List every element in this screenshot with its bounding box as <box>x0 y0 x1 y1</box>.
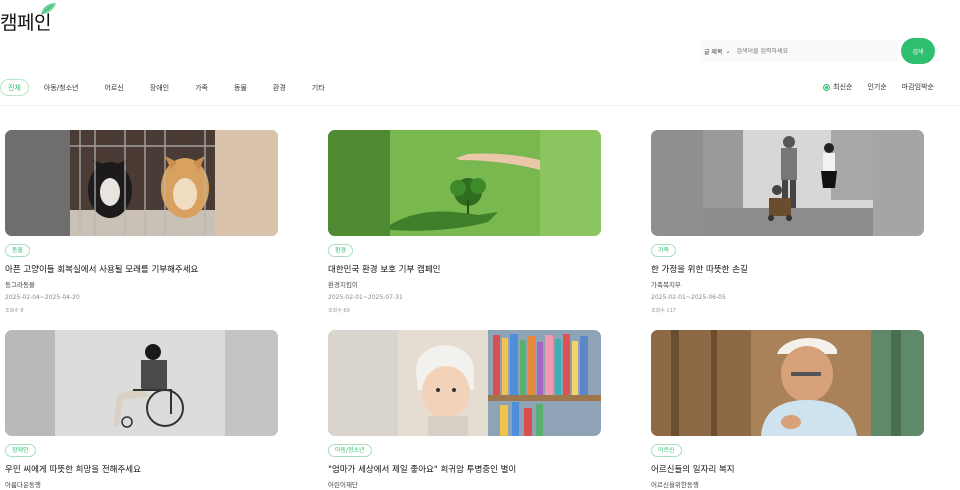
sort-deadline-label: 마감임박순 <box>901 83 934 91</box>
category-filter: 전체 아동/청소년 어르신 장애인 가족 동물 환경 기타 <box>0 79 336 96</box>
campaign-image-senior[interactable] <box>651 330 924 436</box>
site-logo[interactable]: 캠페인 <box>0 3 56 36</box>
campaign-organization: 어르신을위한동행 <box>651 481 699 489</box>
sort-deadline[interactable]: 마감임박순 <box>902 82 934 92</box>
category-tag: 가족 <box>651 244 677 257</box>
campaign-organization: 환경지킴이 <box>328 281 358 289</box>
campaign-organization: 아름다운동행 <box>5 481 41 489</box>
category-children[interactable]: 아동/청소년 <box>33 79 90 96</box>
search-type-select[interactable]: 글 제목 ⌄ <box>700 40 737 62</box>
campaign-image-family[interactable] <box>651 130 924 236</box>
campaign-title[interactable]: 대한민국 환경 보호 기부 캠페인 <box>328 263 601 275</box>
campaign-image-wheelchair[interactable] <box>5 330 278 436</box>
campaign-card[interactable]: 동물 아픈 고양이들 회복실에서 사용될 모래를 기부해주세요 동그라동물 20… <box>5 130 278 314</box>
campaign-title[interactable]: "엄마가 세상에서 제일 좋아요" 희귀암 투병중인 별이 <box>328 463 601 475</box>
campaign-views: 조회수 8 <box>5 308 24 314</box>
category-other[interactable]: 기타 <box>301 79 336 96</box>
category-tag: 동물 <box>5 244 31 257</box>
campaign-image-child[interactable] <box>328 330 601 436</box>
campaign-title[interactable]: 아픈 고양이들 회복실에서 사용될 모래를 기부해주세요 <box>5 263 278 275</box>
sort-latest[interactable]: 최신순 <box>823 82 852 92</box>
campaign-views: 조회수 69 <box>328 308 350 314</box>
campaign-period: 2025-02-01~2025-07-31 <box>328 294 403 301</box>
category-environment[interactable]: 환경 <box>262 79 297 96</box>
radio-selected-icon <box>823 83 831 91</box>
category-tag: 어르신 <box>651 444 682 457</box>
campaign-title[interactable]: 어르신들의 일자리 복지 <box>651 463 924 475</box>
campaign-card[interactable]: 환경 대한민국 환경 보호 기부 캠페인 환경지킴이 2025-02-01~20… <box>328 130 601 314</box>
campaign-card[interactable]: 장애인 우민 씨에게 따뜻한 희망을 전해주세요 아름다운동행 <box>5 330 278 489</box>
campaign-title[interactable]: 우민 씨에게 따뜻한 희망을 전해주세요 <box>5 463 278 475</box>
sort-latest-label: 최신순 <box>833 83 853 91</box>
sort-popular[interactable]: 인기순 <box>867 82 886 92</box>
category-all[interactable]: 전체 <box>0 79 29 96</box>
campaign-period: 2025-02-04~2025-04-20 <box>5 294 80 301</box>
sort-options: 최신순 인기순 마감임박순 <box>823 82 934 92</box>
leaf-icon <box>41 3 56 15</box>
category-tag: 장애인 <box>5 444 36 457</box>
header-divider <box>0 105 960 106</box>
campaign-image-environment[interactable] <box>328 130 601 236</box>
category-tag: 아동/청소년 <box>328 444 372 457</box>
search-type-label: 글 제목 <box>704 48 723 56</box>
search-button[interactable]: 검색 <box>901 38 935 64</box>
chevron-down-icon: ⌄ <box>725 47 731 55</box>
search-input[interactable] <box>736 47 887 55</box>
campaign-image-cats[interactable] <box>5 130 278 236</box>
campaign-title[interactable]: 한 가정을 위한 따뜻한 손길 <box>651 263 924 275</box>
category-seniors[interactable]: 어르신 <box>93 79 134 96</box>
campaign-card[interactable]: 어르신 어르신들의 일자리 복지 어르신을위한동행 <box>651 330 924 489</box>
category-family[interactable]: 가족 <box>184 79 219 96</box>
category-animals[interactable]: 동물 <box>223 79 258 96</box>
campaign-card[interactable]: 가족 한 가정을 위한 따뜻한 손길 가족복지부 2025-02-01~2025… <box>651 130 924 314</box>
category-tag: 환경 <box>328 244 354 257</box>
campaign-views: 조회수 117 <box>651 308 676 314</box>
campaign-card[interactable]: 아동/청소년 "엄마가 세상에서 제일 좋아요" 희귀암 투병중인 별이 어린이… <box>328 330 601 489</box>
campaign-organization: 동그라동물 <box>5 281 35 289</box>
campaign-organization: 어린이재단 <box>328 481 358 489</box>
sort-popular-label: 인기순 <box>867 83 887 91</box>
search-bar: 글 제목 ⌄ <box>700 40 898 62</box>
category-disabled[interactable]: 장애인 <box>139 79 180 96</box>
campaign-period: 2025-02-01~2025-06-05 <box>651 294 726 301</box>
campaign-organization: 가족복지부 <box>651 281 681 289</box>
